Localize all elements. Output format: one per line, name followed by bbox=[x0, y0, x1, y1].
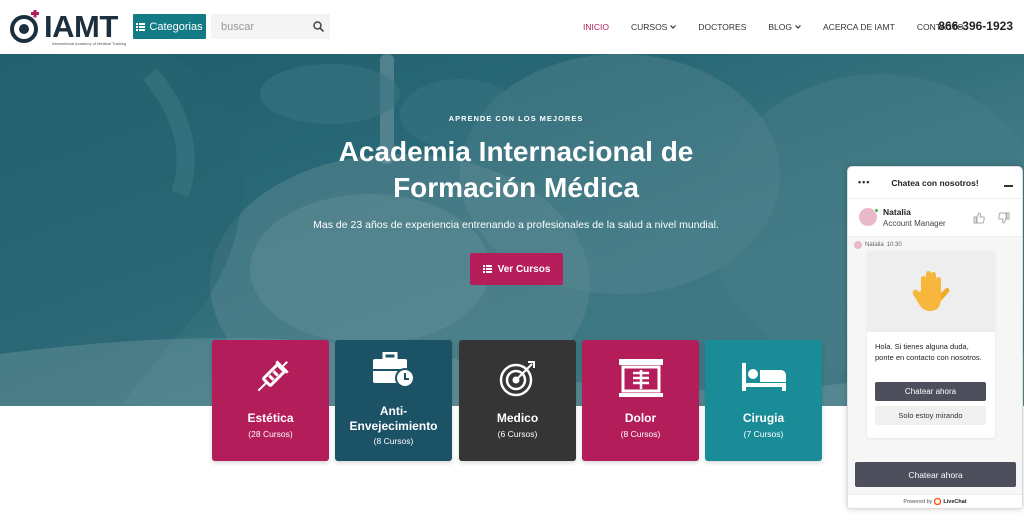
list-icon bbox=[482, 265, 492, 273]
search-input[interactable]: buscar bbox=[211, 21, 306, 33]
chat-header: ••• Chatea con nosotros! bbox=[848, 167, 1022, 199]
categories-button[interactable]: Categorias bbox=[133, 14, 206, 39]
chat-title: Chatea con nosotros! bbox=[891, 177, 979, 188]
agent-name: Natalia bbox=[883, 207, 911, 217]
category-card-medico[interactable]: Medico (6 Cursos) bbox=[459, 340, 576, 461]
agent-mini-avatar-icon bbox=[854, 241, 862, 249]
nav-item-blog[interactable]: BLOG bbox=[768, 22, 801, 32]
logo-subtitle: International Academy of Medical Trainin… bbox=[52, 41, 127, 46]
main-nav: INICIO CURSOS DOCTORES BLOG ACERCA DE IA… bbox=[583, 0, 964, 54]
chat-now-cta-button[interactable]: Chatear ahora bbox=[855, 462, 1016, 487]
more-options-icon[interactable]: ••• bbox=[858, 177, 870, 187]
hero-title-line1: Academia Internacional de bbox=[338, 136, 694, 167]
online-status-icon bbox=[874, 208, 879, 213]
category-card-anti-envejecimiento[interactable]: Anti- Envejecimiento (8 Cursos) bbox=[335, 340, 452, 461]
thumbs-up-icon[interactable] bbox=[972, 211, 986, 225]
bed-icon bbox=[705, 362, 822, 402]
categories-button-label: Categorias bbox=[149, 20, 203, 33]
hero-eyebrow: APRENDE CON LOS MEJORES bbox=[448, 114, 584, 123]
site-header: IAMT International Academy of Medical Tr… bbox=[0, 0, 1024, 54]
logo-mark-icon bbox=[8, 9, 42, 44]
phone-number[interactable]: 866-396-1923 bbox=[938, 19, 1013, 33]
message-text: Hola. Si tienes alguna duda, ponte en co… bbox=[875, 342, 982, 362]
waving-hand-icon bbox=[912, 270, 950, 311]
search-icon[interactable] bbox=[306, 21, 330, 32]
xray-icon bbox=[582, 358, 699, 398]
agent-role: Account Manager bbox=[883, 219, 946, 228]
message-time: 10:30 bbox=[886, 242, 902, 248]
category-card-estetica[interactable]: Estética (28 Cursos) bbox=[212, 340, 329, 461]
minimize-icon[interactable] bbox=[1004, 185, 1013, 187]
category-count: (8 Cursos) bbox=[620, 429, 661, 439]
search-box[interactable]: buscar bbox=[211, 14, 330, 39]
chat-message-card: Hola. Si tienes alguna duda, ponte en co… bbox=[867, 251, 995, 438]
nav-item-acerca[interactable]: ACERCA DE IAMT bbox=[823, 22, 895, 32]
category-name: Dolor bbox=[624, 411, 657, 425]
briefcase-clock-icon bbox=[335, 352, 452, 392]
livechat-widget: ••• Chatea con nosotros! Natalia Account… bbox=[847, 166, 1023, 509]
category-count: (8 Cursos) bbox=[373, 436, 414, 446]
powered-by[interactable]: Powered by LiveChat bbox=[848, 494, 1022, 508]
powered-prefix: Powered by bbox=[903, 498, 933, 505]
syringe-icon bbox=[212, 358, 329, 398]
category-card-dolor[interactable]: Dolor (8 Cursos) bbox=[582, 340, 699, 461]
category-name: Estética bbox=[247, 411, 294, 425]
message-author: Natalia bbox=[865, 242, 884, 248]
nav-item-doctores[interactable]: DOCTORES bbox=[698, 22, 746, 32]
livechat-logo-icon bbox=[934, 498, 942, 505]
site-logo[interactable]: IAMT International Academy of Medical Tr… bbox=[8, 8, 126, 46]
category-name: Medico bbox=[496, 411, 539, 425]
target-icon bbox=[459, 358, 576, 398]
category-count: (7 Cursos) bbox=[743, 429, 784, 439]
chevron-down-icon bbox=[670, 25, 677, 29]
message-image bbox=[867, 251, 995, 332]
just-looking-button[interactable]: Solo estoy mirando bbox=[875, 406, 986, 425]
agent-bar: Natalia Account Manager bbox=[848, 199, 1022, 237]
ver-cursos-label: Ver Cursos bbox=[497, 263, 551, 275]
category-name: Anti- Envejecimiento bbox=[349, 404, 438, 433]
category-count: (6 Cursos) bbox=[497, 429, 538, 439]
message-meta: Natalia 10:30 bbox=[854, 241, 902, 249]
chat-now-button[interactable]: Chatear ahora bbox=[875, 382, 986, 401]
nav-item-cursos[interactable]: CURSOS bbox=[631, 22, 677, 32]
list-icon bbox=[136, 22, 146, 31]
category-count: (28 Cursos) bbox=[248, 429, 293, 439]
chevron-down-icon bbox=[795, 25, 801, 29]
logo-text: IAMT bbox=[44, 9, 118, 44]
thumbs-down-icon[interactable] bbox=[997, 211, 1011, 225]
powered-brand: LiveChat bbox=[943, 498, 967, 505]
nav-item-inicio[interactable]: INICIO bbox=[583, 22, 609, 32]
category-name: Cirugia bbox=[742, 411, 785, 425]
ver-cursos-button[interactable]: Ver Cursos bbox=[470, 253, 563, 285]
category-card-cirugia[interactable]: Cirugia (7 Cursos) bbox=[705, 340, 822, 461]
